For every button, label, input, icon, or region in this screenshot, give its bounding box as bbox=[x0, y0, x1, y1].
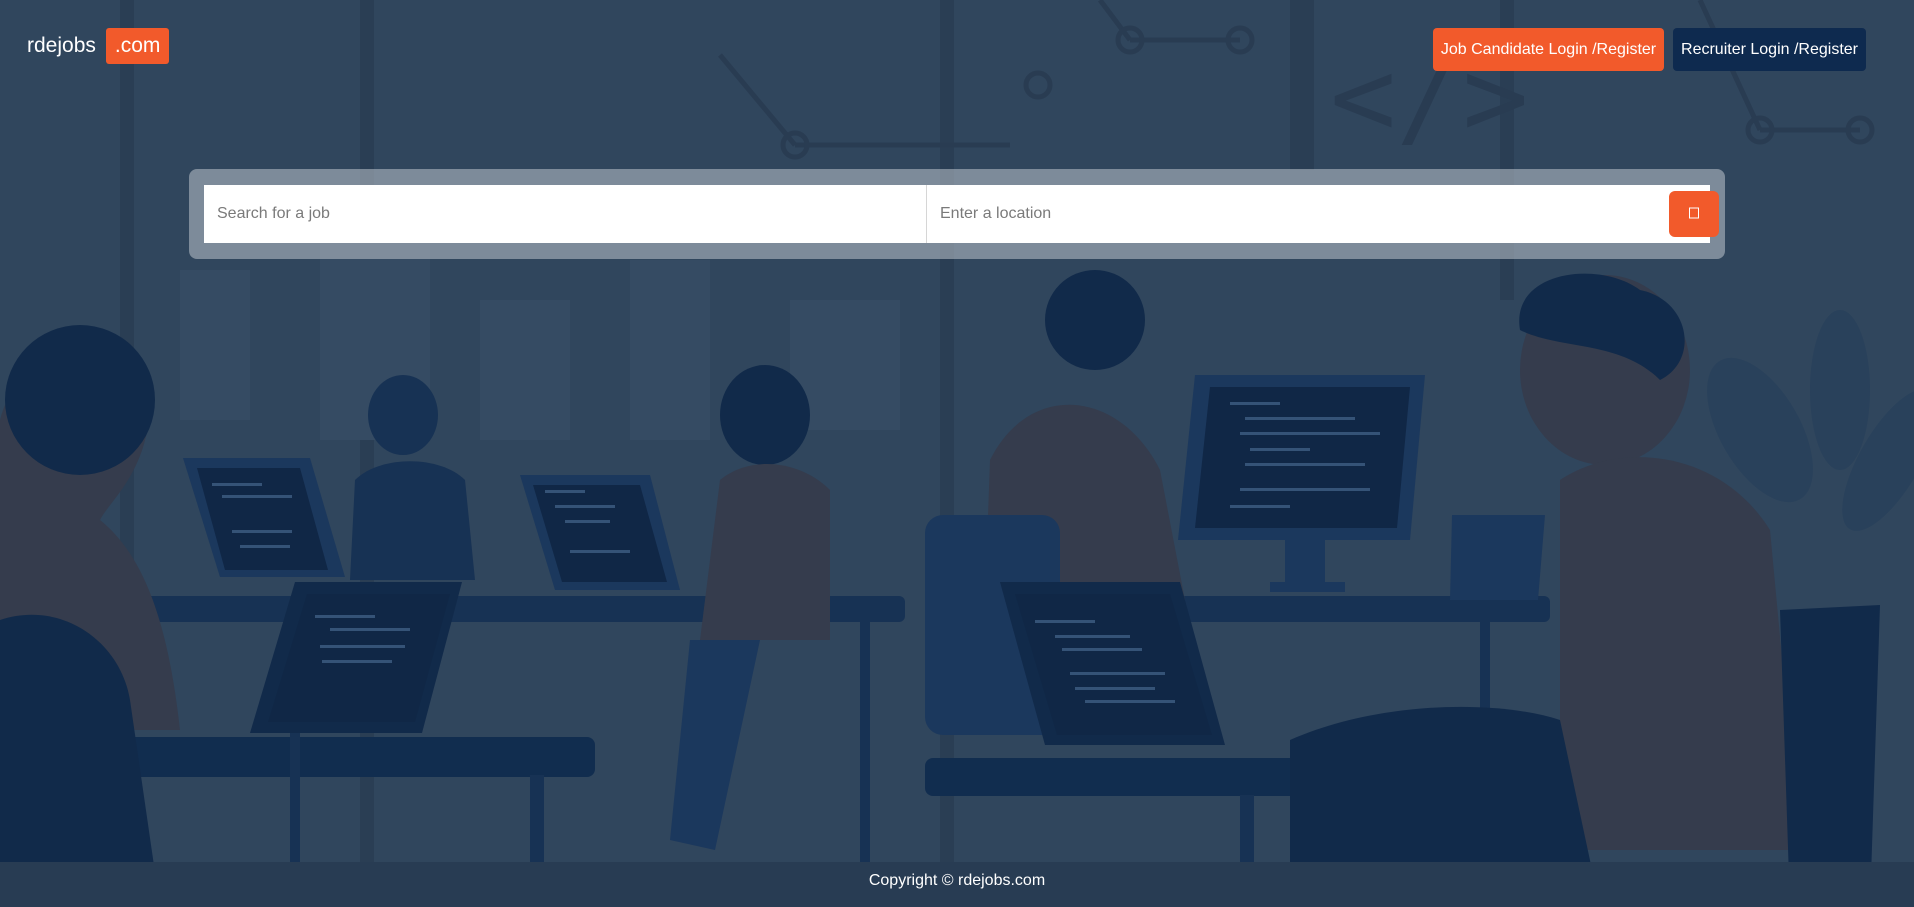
location-field bbox=[927, 184, 1652, 244]
job-search-field bbox=[204, 184, 927, 244]
site-logo[interactable]: rdejobs .com bbox=[27, 28, 170, 64]
logo-text: rdejobs bbox=[27, 34, 96, 57]
footer-copyright: Copyright © rdejobs.com bbox=[868, 872, 1046, 889]
job-search-input[interactable] bbox=[215, 184, 926, 244]
search-panel bbox=[189, 169, 1725, 259]
site-header: rdejobs .com Job Candidate Login /Regist… bbox=[0, 0, 1914, 100]
office-illustration-background: </> bbox=[0, 0, 1914, 907]
search-bar bbox=[204, 184, 1719, 244]
search-icon bbox=[1687, 206, 1701, 223]
search-button[interactable] bbox=[1669, 191, 1719, 237]
logo-badge: .com bbox=[105, 28, 170, 64]
recruiter-login-button[interactable]: Recruiter Login /Register bbox=[1673, 28, 1866, 71]
location-input[interactable] bbox=[938, 184, 1652, 244]
job-candidate-login-button[interactable]: Job Candidate Login /Register bbox=[1433, 28, 1664, 71]
